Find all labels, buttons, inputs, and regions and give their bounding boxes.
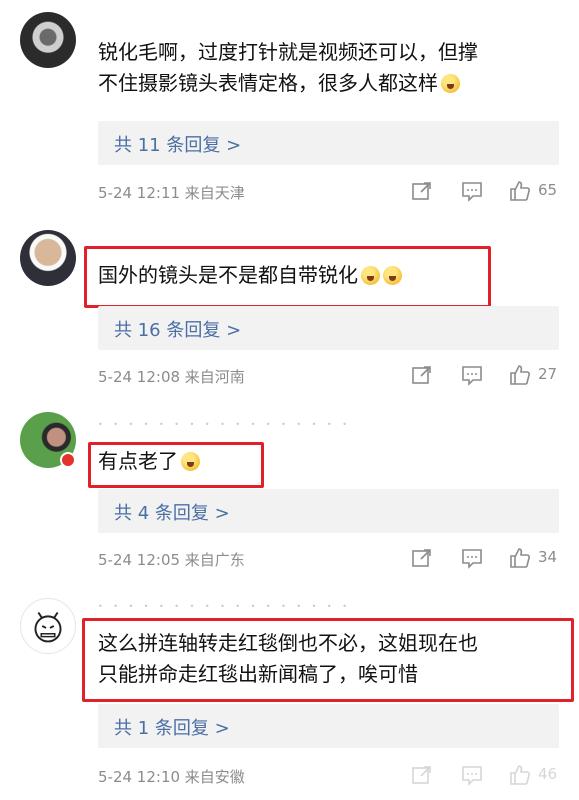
replies-label: 共 11 条回复 > [114,135,242,156]
thumbs-up-icon[interactable] [508,763,532,787]
thumbs-up-icon[interactable] [508,546,532,570]
comment-text: 锐化毛啊，过度打针就是视频还可以，但撑 不住摄影镜头表情定格，很多人都这样 [98,37,563,99]
laughing-crying-emoji-icon [383,266,402,285]
laughing-crying-emoji-icon [361,266,380,285]
cartoon-face-icon [34,611,62,643]
avatar[interactable] [20,12,76,68]
like-count: 34 [538,548,558,566]
like-count: 65 [538,181,558,199]
comment-text-line: 不住摄影镜头表情定格，很多人都这样 [98,71,438,95]
comment-item: 国外的镜头是不是都自带锐化 共 16 条回复 > 5-24 12:08 来自河南… [0,220,579,400]
comment-icon[interactable] [460,546,484,570]
comment-item: • • • • • • • • • • • • • • • • • 有点老了 共… [0,400,579,580]
comment-item: • • • • • • • • • • • • • • • • • 这么拼连轴转… [0,580,579,800]
share-icon[interactable] [410,363,434,387]
verified-badge-icon [60,452,76,468]
comment-icon[interactable] [460,763,484,787]
like-count: 27 [538,365,558,383]
comment-actions: 34 [410,546,570,570]
comment-text-line: 国外的镜头是不是都自带锐化 [98,263,358,287]
replies-button[interactable]: 共 4 条回复 > [98,489,559,533]
avatar[interactable] [20,598,76,654]
comment-meta: 5-24 12:11 来自天津 [98,184,245,202]
comment-actions: 65 [410,179,570,203]
comment-text-line: 有点老了 [98,449,178,473]
comment-text: 国外的镜头是不是都自带锐化 [98,260,563,291]
replies-label: 共 4 条回复 > [114,503,230,524]
replies-label: 共 16 条回复 > [114,320,242,341]
replies-button[interactable]: 共 11 条回复 > [98,121,559,165]
comment-meta: 5-24 12:05 来自广东 [98,551,245,569]
like-count: 46 [538,765,558,783]
comment-text: 这么拼连轴转走红毯倒也不必，这姐现在也 只能拼命走红毯出新闻稿了，唉可惜 [98,628,563,690]
comment-text-line: 只能拼命走红毯出新闻稿了，唉可惜 [98,662,418,686]
comment-meta: 5-24 12:10 来自安徽 [98,768,245,786]
share-icon[interactable] [410,179,434,203]
replies-label: 共 1 条回复 > [114,718,230,739]
comment-actions: 46 [410,763,570,787]
thumbs-up-icon[interactable] [508,363,532,387]
avatar[interactable] [20,230,76,286]
surprised-face-emoji-icon [441,74,460,93]
comment-item: 锐化毛啊，过度打针就是视频还可以，但撑 不住摄影镜头表情定格，很多人都这样 共 … [0,0,579,220]
thinking-face-emoji-icon [181,452,200,471]
comment-actions: 27 [410,363,570,387]
comment-icon[interactable] [460,363,484,387]
username-placeholder: • • • • • • • • • • • • • • • • • [98,420,351,429]
replies-button[interactable]: 共 16 条回复 > [98,306,559,350]
share-icon[interactable] [410,546,434,570]
thumbs-up-icon[interactable] [508,179,532,203]
comment-meta: 5-24 12:08 来自河南 [98,368,245,386]
comment-text: 有点老了 [98,446,563,477]
username-placeholder: • • • • • • • • • • • • • • • • • [98,602,351,611]
comment-text-line: 这么拼连轴转走红毯倒也不必，这姐现在也 [98,631,478,655]
comment-text-line: 锐化毛啊，过度打针就是视频还可以，但撑 [98,40,478,64]
comment-icon[interactable] [460,179,484,203]
replies-button[interactable]: 共 1 条回复 > [98,704,559,748]
share-icon[interactable] [410,763,434,787]
